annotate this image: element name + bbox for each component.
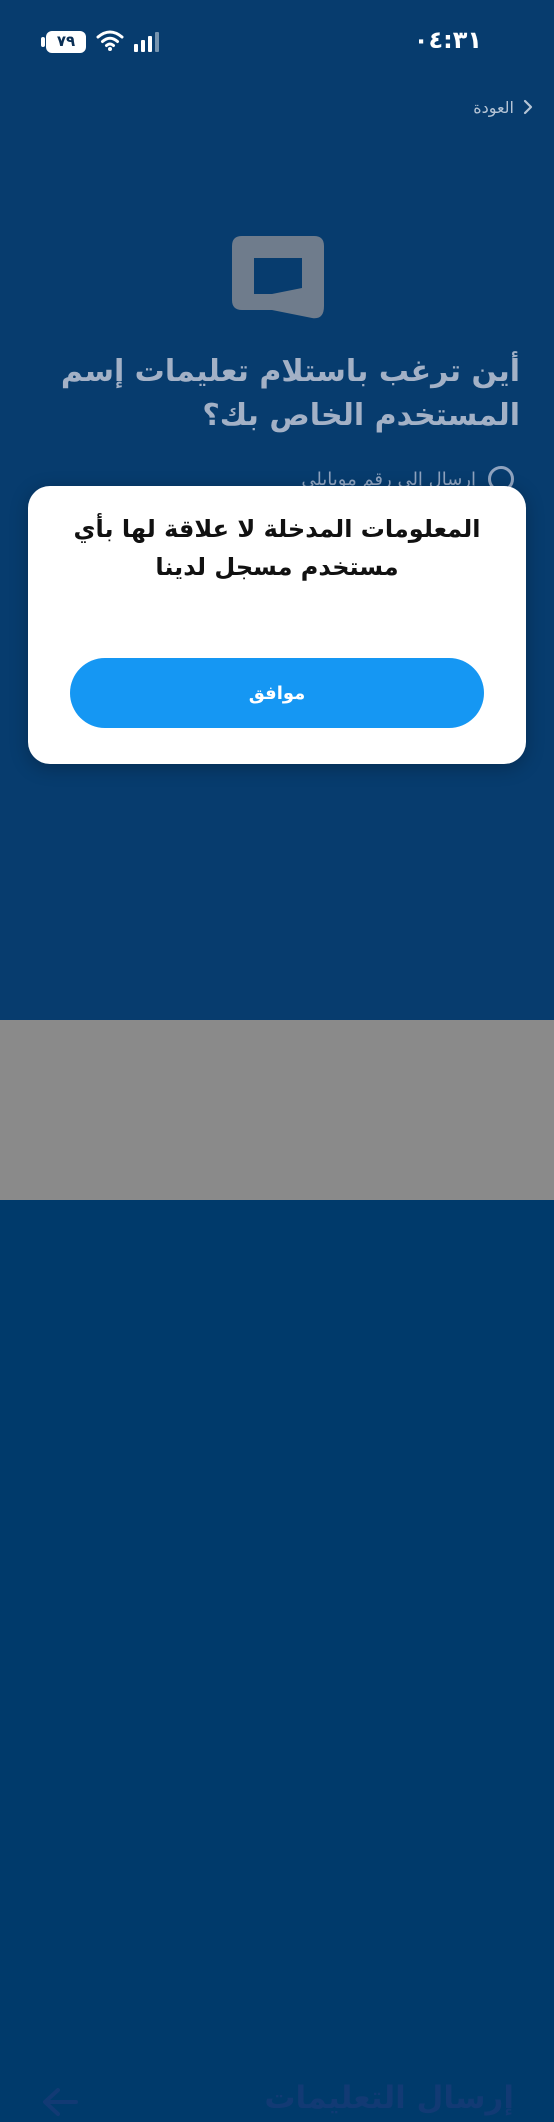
bottom-bar: إرسال التعليمات [0,1020,554,2116]
battery-icon: ٧٩ [41,31,86,53]
brand-logo [232,236,324,319]
ok-button[interactable]: موافق [70,658,484,728]
page-heading: أين ترغب باستلام تعليمات إسم المستخدم ال… [60,354,520,433]
signal-icon [134,32,159,52]
back-label: العودة [473,97,514,117]
chevron-left-icon [523,99,533,115]
send-instructions-label: إرسال التعليمات [264,2080,514,2116]
status-time: ٠٤:٣١ [413,26,482,54]
alert-message: المعلومات المدخلة لا علاقة لها بأي مستخد… [73,515,481,581]
arrow-left-icon[interactable] [40,2082,80,2122]
battery-level: ٧٩ [56,32,76,50]
alert-dialog: المعلومات المدخلة لا علاقة لها بأي مستخد… [28,486,526,764]
back-link[interactable]: العودة [473,92,536,122]
app-screen: ٧٩ ٠٤:٣١ العودة أين ترغب باستلام تعليمات… [0,0,554,2116]
wifi-icon [96,30,124,51]
status-bar: ٧٩ ٠٤:٣١ [0,0,554,84]
